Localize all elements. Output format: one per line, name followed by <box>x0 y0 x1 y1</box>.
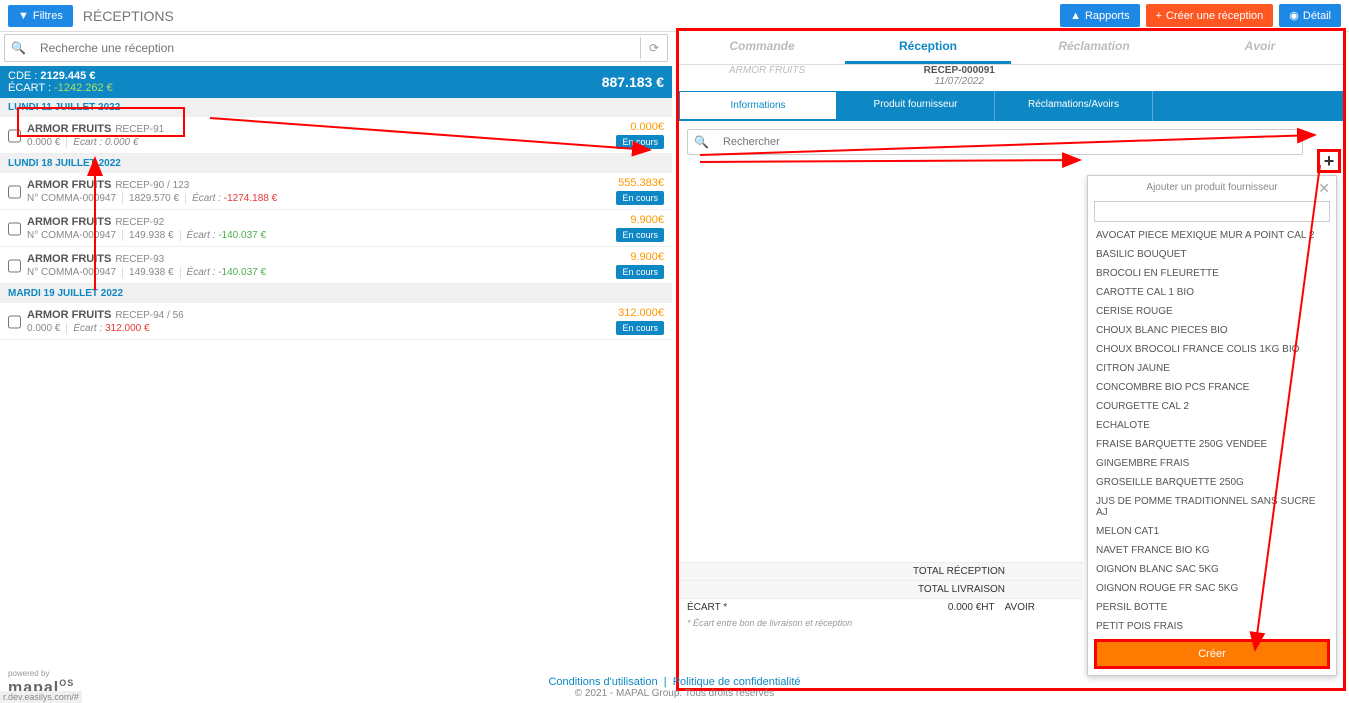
detail-panel: Commande Réception Réclamation Avoir ARM… <box>676 28 1346 691</box>
tab-commande[interactable]: Commande <box>679 31 845 64</box>
reception-row[interactable]: ARMOR FRUITSRECEP-910.000 €Écart : 0.000… <box>0 117 672 154</box>
reception-row[interactable]: ARMOR FRUITSRECEP-90 / 123N° COMMA-00094… <box>0 173 672 210</box>
filters-button[interactable]: ▼ Filtres <box>8 5 73 27</box>
row-checkbox[interactable] <box>8 216 21 242</box>
copyright: © 2021 - MAPAL Group. Tous droits réserv… <box>4 688 1345 699</box>
total-livraison-label: TOTAL LIVRAISON <box>865 584 1015 595</box>
cde-value: 2129.445 € <box>40 70 95 82</box>
reception-row[interactable]: ARMOR FRUITSRECEP-94 / 560.000 €Écart : … <box>0 303 672 340</box>
subtab-reclamations[interactable]: Réclamations/Avoirs <box>995 91 1153 121</box>
panel-ref: RECEP-000091 <box>883 65 1037 76</box>
ecart-value: -1242.262 € <box>54 82 113 94</box>
dropdown-item[interactable]: JUS DE POMME TRADITIONNEL SANS SUCRE AJ <box>1088 492 1336 522</box>
dropdown-item[interactable]: BASILIC BOUQUET <box>1088 245 1336 264</box>
row-checkbox[interactable] <box>8 309 21 335</box>
reports-button[interactable]: ▲ Rapports <box>1060 4 1140 27</box>
reception-row[interactable]: ARMOR FRUITSRECEP-92N° COMMA-000947149.9… <box>0 210 672 247</box>
dropdown-list[interactable]: AVOCAT PIECE MEXIQUE MUR A POINT CAL 2BA… <box>1088 226 1336 633</box>
dropdown-filter-input[interactable] <box>1094 201 1330 222</box>
dropdown-item[interactable]: AVOCAT PIECE MEXIQUE MUR A POINT CAL 2 <box>1088 226 1336 245</box>
row-checkbox[interactable] <box>8 123 21 149</box>
tab-reception-label: Réception <box>845 39 1011 53</box>
detail-button[interactable]: ◉ Détail <box>1279 4 1341 27</box>
tab-reception[interactable]: Réception <box>845 31 1011 64</box>
dropdown-item[interactable]: OIGNON BLANC SAC 5KG <box>1088 560 1336 579</box>
dropdown-item[interactable]: CERISE ROUGE <box>1088 302 1336 321</box>
date-header: LUNDI 18 JUILLET 2022 <box>0 154 672 173</box>
dropdown-item[interactable]: CAROTTE CAL 1 BIO <box>1088 283 1336 302</box>
dropdown-item[interactable]: CITRON JAUNE <box>1088 359 1336 378</box>
refresh-button[interactable]: ⟳ <box>640 37 667 59</box>
sub-tabs: Informations Produit fournisseur Réclama… <box>679 91 1343 121</box>
add-product-dropdown: Ajouter un produit fournisseur ✕ AVOCAT … <box>1087 175 1337 676</box>
dropdown-item[interactable]: MELON CAT1 <box>1088 522 1336 541</box>
dropdown-item[interactable]: BROCOLI EN FLEURETTE <box>1088 264 1336 283</box>
reception-list-panel: 🔍 ⟳ CDE : 2129.445 € ÉCART : -1242.262 €… <box>0 30 672 663</box>
plus-icon: + <box>1156 10 1162 22</box>
summary-bar: CDE : 2129.445 € ÉCART : -1242.262 € 887… <box>0 66 672 98</box>
privacy-link[interactable]: Politique de confidentialité <box>673 676 801 688</box>
product-search-bar: 🔍 <box>687 129 1303 155</box>
eye-icon: ◉ <box>1289 9 1299 22</box>
subtab-informations[interactable]: Informations <box>679 91 837 121</box>
panel-ref-date: 11/07/2022 <box>883 76 1037 87</box>
total-reception-label: TOTAL RÉCEPTION <box>865 566 1015 577</box>
page-title: RÉCEPTIONS <box>83 8 174 24</box>
ecart-val: 0.000 €HT <box>948 602 995 613</box>
dropdown-item[interactable]: OIGNON ROUGE FR SAC 5KG <box>1088 579 1336 598</box>
dropdown-item[interactable]: PETIT POIS FRAIS <box>1088 617 1336 633</box>
filter-icon: ▼ <box>18 10 29 22</box>
search-input[interactable] <box>32 35 640 61</box>
detail-label: Détail <box>1303 10 1331 22</box>
dropdown-item[interactable]: COURGETTE CAL 2 <box>1088 397 1336 416</box>
tab-reclamation[interactable]: Réclamation <box>1011 31 1177 64</box>
reception-row[interactable]: ARMOR FRUITSRECEP-93N° COMMA-000947149.9… <box>0 247 672 284</box>
dropdown-title: Ajouter un produit fournisseur ✕ <box>1088 176 1336 199</box>
product-search-input[interactable] <box>715 130 1302 154</box>
search-icon: 🔍 <box>688 135 715 149</box>
dropdown-item[interactable]: FRAISE BARQUETTE 250G VENDEE <box>1088 435 1336 454</box>
date-header: LUNDI 11 JUILLET 2022 <box>0 98 672 117</box>
dropdown-item[interactable]: CHOUX BROCOLI FRANCE COLIS 1KG BIO <box>1088 340 1336 359</box>
cde-label: CDE : <box>8 70 37 82</box>
create-reception-button[interactable]: + Créer une réception <box>1146 4 1274 27</box>
subtab-produit[interactable]: Produit fournisseur <box>837 91 995 121</box>
dropdown-item[interactable]: ECHALOTE <box>1088 416 1336 435</box>
dropdown-create-button[interactable]: Créer <box>1094 639 1330 669</box>
main-tabs: Commande Réception Réclamation Avoir <box>679 31 1343 65</box>
search-icon: 🔍 <box>5 41 32 55</box>
reports-label: Rapports <box>1085 10 1130 22</box>
ecart-label: ÉCART : <box>8 82 51 94</box>
row-checkbox[interactable] <box>8 253 21 279</box>
ecart-note: * Écart entre bon de livraison et récept… <box>679 616 1083 630</box>
search-bar: 🔍 ⟳ <box>4 34 668 62</box>
groups-container: LUNDI 11 JUILLET 2022ARMOR FRUITSRECEP-9… <box>0 98 672 340</box>
dropdown-item[interactable]: NAVET FRANCE BIO KG <box>1088 541 1336 560</box>
dropdown-item[interactable]: GROSEILLE BARQUETTE 250G <box>1088 473 1336 492</box>
filters-label: Filtres <box>33 10 63 22</box>
dropdown-item[interactable]: CHOUX BLANC PIECES BIO <box>1088 321 1336 340</box>
avoir-label: AVOIR <box>1005 602 1035 613</box>
dev-url: r.dev.easilys.com/# <box>0 691 82 703</box>
tab-avoir[interactable]: Avoir <box>1177 31 1343 64</box>
report-icon: ▲ <box>1070 10 1081 22</box>
panel-supplier: ARMOR FRUITS <box>679 65 883 91</box>
dropdown-item[interactable]: GINGEMBRE FRAIS <box>1088 454 1336 473</box>
footer: Conditions d'utilisation | Politique de … <box>0 672 1349 703</box>
terms-link[interactable]: Conditions d'utilisation <box>548 676 657 688</box>
create-label: Créer une réception <box>1166 10 1263 22</box>
dropdown-item[interactable]: CONCOMBRE BIO PCS FRANCE <box>1088 378 1336 397</box>
summary-total: 887.183 € <box>602 74 664 90</box>
dropdown-item[interactable]: PERSIL BOTTE <box>1088 598 1336 617</box>
row-checkbox[interactable] <box>8 179 21 205</box>
close-icon[interactable]: ✕ <box>1318 180 1330 197</box>
ecart-label: ÉCART * <box>687 602 727 613</box>
date-header: MARDI 19 JUILLET 2022 <box>0 284 672 303</box>
add-product-button[interactable]: + <box>1317 149 1341 173</box>
totals-section: TOTAL RÉCEPTION TOTAL LIVRAISON ÉCART * … <box>679 562 1083 630</box>
